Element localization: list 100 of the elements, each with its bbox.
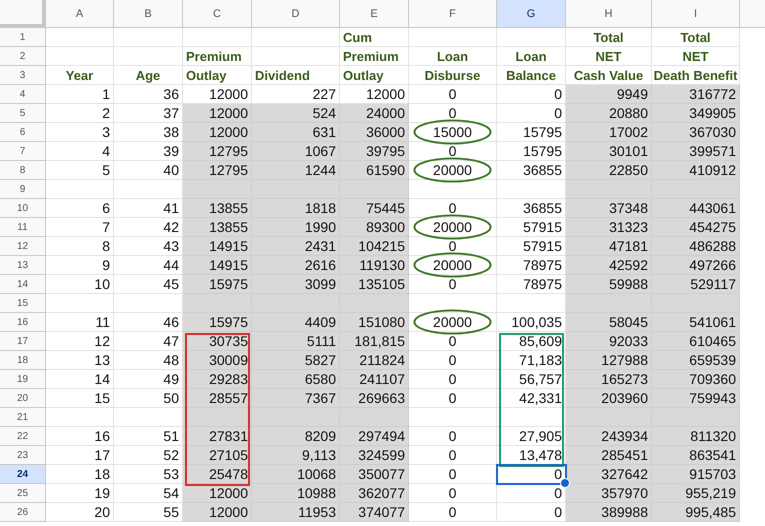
table-cell: 374077 (340, 503, 409, 522)
table-cell: 9,113 (252, 446, 340, 465)
table-cell: 56,757 (497, 370, 566, 389)
table-cell: 367030 (652, 123, 740, 142)
row-header[interactable]: 16 (0, 313, 46, 332)
column-header[interactable]: B (114, 0, 183, 28)
row-header[interactable]: 3 (0, 66, 46, 85)
table-cell: 17002 (566, 123, 652, 142)
table-cell: 44 (114, 256, 183, 275)
row-header[interactable]: 23 (0, 446, 46, 465)
table-cell: 119130 (340, 256, 409, 275)
table-cell: 92033 (566, 332, 652, 351)
row-header[interactable]: 10 (0, 199, 46, 218)
table-cell: 454275 (652, 218, 740, 237)
header-cell: Dividend (252, 66, 340, 85)
table-cell: 0 (497, 85, 566, 104)
table-cell: 29283 (183, 370, 252, 389)
table-cell: 227 (252, 85, 340, 104)
table-cell: 19 (46, 484, 114, 503)
table-cell: 15975 (183, 275, 252, 294)
table-cell: 15 (46, 389, 114, 408)
row-header[interactable]: 26 (0, 503, 46, 522)
table-cell: 486288 (652, 237, 740, 256)
table-cell: 4409 (252, 313, 340, 332)
column-header[interactable]: C (183, 0, 252, 28)
row-header[interactable]: 24 (0, 465, 46, 484)
table-cell: 48 (114, 351, 183, 370)
table-cell: 13855 (183, 218, 252, 237)
column-header[interactable]: A (46, 0, 114, 28)
table-cell: 0 (409, 503, 497, 522)
row-header[interactable]: 20 (0, 389, 46, 408)
table-cell: 36855 (497, 199, 566, 218)
table-cell: 0 (409, 427, 497, 446)
table-cell: 37 (114, 104, 183, 123)
table-cell: 955,219 (652, 484, 740, 503)
row-header[interactable]: 5 (0, 104, 46, 123)
row-header[interactable]: 11 (0, 218, 46, 237)
table-cell: 7 (46, 218, 114, 237)
table-cell: 42 (114, 218, 183, 237)
table-cell: 11953 (252, 503, 340, 522)
table-cell: 165273 (566, 370, 652, 389)
table-cell: 41 (114, 199, 183, 218)
table-cell: 42,331 (497, 389, 566, 408)
row-header[interactable]: 19 (0, 370, 46, 389)
row-header[interactable]: 12 (0, 237, 46, 256)
row-header[interactable]: 9 (0, 180, 46, 199)
table-cell: 39795 (340, 142, 409, 161)
row-header[interactable]: 13 (0, 256, 46, 275)
table-cell: 529117 (652, 275, 740, 294)
row-header[interactable]: 18 (0, 351, 46, 370)
row-header[interactable]: 4 (0, 85, 46, 104)
row-header[interactable]: 17 (0, 332, 46, 351)
row-header[interactable]: 7 (0, 142, 46, 161)
table-cell: 0 (409, 484, 497, 503)
table-cell: 43 (114, 237, 183, 256)
table-cell: 709360 (652, 370, 740, 389)
table-cell: 37348 (566, 199, 652, 218)
table-cell: 59988 (566, 275, 652, 294)
column-header[interactable]: I (652, 0, 740, 28)
column-header[interactable]: F (409, 0, 497, 28)
table-cell: 25478 (183, 465, 252, 484)
table-cell: 27831 (183, 427, 252, 446)
table-cell: 18 (46, 465, 114, 484)
row-header[interactable]: 1 (0, 28, 46, 47)
row-header[interactable]: 25 (0, 484, 46, 503)
row-header[interactable]: 8 (0, 161, 46, 180)
table-cell: 58045 (566, 313, 652, 332)
table-cell: 350077 (340, 465, 409, 484)
table-cell: 24000 (340, 104, 409, 123)
row-header[interactable]: 2 (0, 47, 46, 66)
table-cell: 61590 (340, 161, 409, 180)
row-header[interactable]: 14 (0, 275, 46, 294)
row-header[interactable]: 21 (0, 408, 46, 427)
header-cell: Loan (497, 47, 566, 66)
column-header[interactable]: H (566, 0, 652, 28)
table-cell: 12000 (183, 104, 252, 123)
table-cell: 389988 (566, 503, 652, 522)
table-cell: 0 (409, 370, 497, 389)
table-cell: 316772 (652, 85, 740, 104)
table-cell: 10068 (252, 465, 340, 484)
header-cell: Age (114, 66, 183, 85)
table-cell: 15795 (497, 142, 566, 161)
column-header[interactable]: E (340, 0, 409, 28)
table-cell: 30101 (566, 142, 652, 161)
table-cell: 11 (46, 313, 114, 332)
header-cell: Cash Value (566, 66, 652, 85)
table-cell: 10988 (252, 484, 340, 503)
row-header[interactable]: 22 (0, 427, 46, 446)
table-cell: 362077 (340, 484, 409, 503)
table-cell: 14 (46, 370, 114, 389)
row-header[interactable]: 6 (0, 123, 46, 142)
column-header[interactable]: D (252, 0, 340, 28)
table-cell: 135105 (340, 275, 409, 294)
table-cell: 0 (409, 237, 497, 256)
header-cell: Cum (340, 28, 409, 47)
row-header[interactable]: 15 (0, 294, 46, 313)
table-cell: 42592 (566, 256, 652, 275)
table-cell: 0 (409, 142, 497, 161)
column-header[interactable]: G (497, 0, 566, 28)
table-cell: 57915 (497, 237, 566, 256)
